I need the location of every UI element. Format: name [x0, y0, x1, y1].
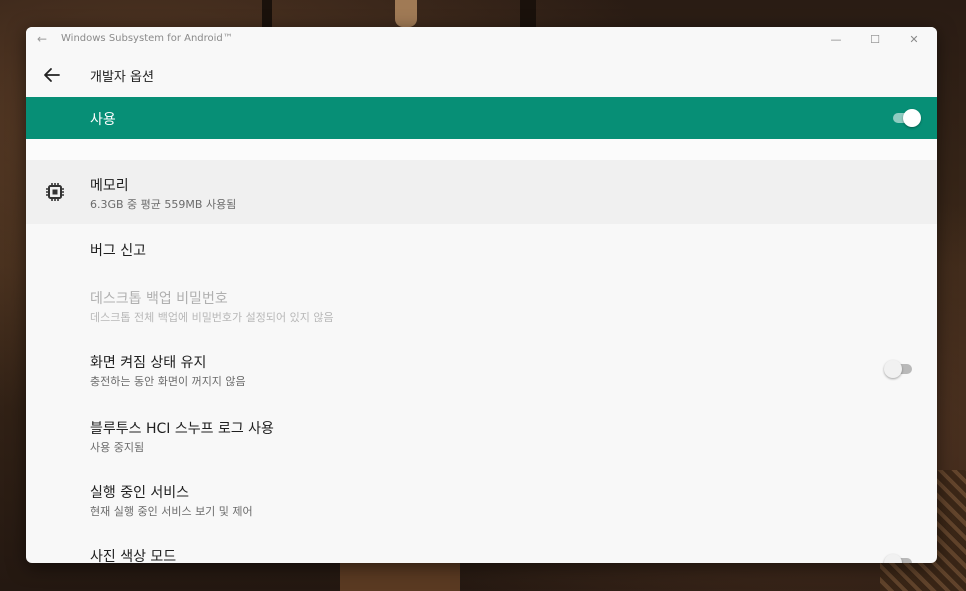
wallpaper-detail — [520, 0, 536, 27]
setting-title: 데스크톱 백업 비밀번호 — [90, 291, 228, 307]
setting-running-services[interactable]: 실행 중인 서비스 현재 실행 중인 서비스 보기 및 제어 — [26, 473, 937, 531]
memory-chip-icon — [43, 180, 67, 204]
maximize-button[interactable]: ☐ — [865, 30, 885, 50]
stay-awake-switch[interactable] — [884, 360, 914, 378]
setting-desktop-backup-password: 데스크톱 백업 비밀번호 데스크톱 전체 백업에 비밀번호가 설정되어 있지 않… — [26, 276, 937, 334]
setting-title: 메모리 — [90, 178, 129, 194]
setting-bluetooth-hci-snoop-log[interactable]: 블루투스 HCI 스누프 로그 사용 사용 중지됨 — [26, 409, 937, 467]
setting-stay-awake[interactable]: 화면 켜짐 상태 유지 충전하는 동안 화면이 꺼지지 않음 — [26, 343, 937, 401]
master-toggle-label: 사용 — [90, 112, 116, 128]
back-arrow-icon[interactable] — [38, 61, 66, 89]
setting-picture-color-mode[interactable]: 사진 색상 모드 — [26, 537, 937, 563]
wallpaper-detail — [340, 563, 460, 591]
app-window: ← Windows Subsystem for Android™ — ☐ ✕ 개… — [26, 27, 937, 563]
window-title: Windows Subsystem for Android™ — [61, 33, 233, 44]
switch-thumb — [903, 109, 921, 127]
master-toggle-bar[interactable]: 사용 — [26, 97, 937, 139]
setting-title: 블루투스 HCI 스누프 로그 사용 — [90, 421, 274, 437]
setting-summary: 데스크톱 전체 백업에 비밀번호가 설정되어 있지 않음 — [90, 311, 334, 324]
close-button[interactable]: ✕ — [904, 30, 924, 50]
page-title: 개발자 옵션 — [90, 70, 154, 85]
window-titlebar[interactable]: ← Windows Subsystem for Android™ — ☐ ✕ — [26, 27, 937, 53]
setting-bug-report[interactable]: 버그 신고 — [26, 224, 937, 276]
wallpaper-detail — [262, 0, 272, 27]
setting-title: 화면 켜짐 상태 유지 — [90, 355, 207, 371]
titlebar-back-icon[interactable]: ← — [34, 31, 50, 47]
setting-summary: 현재 실행 중인 서비스 보기 및 제어 — [90, 505, 253, 518]
setting-title: 버그 신고 — [90, 243, 146, 259]
picture-color-mode-switch[interactable] — [884, 554, 914, 563]
switch-thumb — [884, 554, 902, 563]
wallpaper-detail — [395, 0, 417, 27]
switch-thumb — [884, 360, 902, 378]
setting-summary: 6.3GB 중 평균 559MB 사용됨 — [90, 198, 237, 211]
minimize-button[interactable]: — — [826, 30, 846, 50]
master-toggle-switch[interactable] — [891, 109, 921, 127]
setting-memory[interactable]: 메모리 6.3GB 중 평균 559MB 사용됨 — [26, 160, 937, 224]
section-spacer — [26, 139, 937, 160]
setting-summary: 사용 중지됨 — [90, 441, 145, 454]
app-bar: 개발자 옵션 — [26, 53, 937, 97]
setting-summary: 충전하는 동안 화면이 꺼지지 않음 — [90, 375, 246, 388]
setting-title: 실행 중인 서비스 — [90, 485, 190, 501]
setting-title: 사진 색상 모드 — [90, 549, 177, 563]
